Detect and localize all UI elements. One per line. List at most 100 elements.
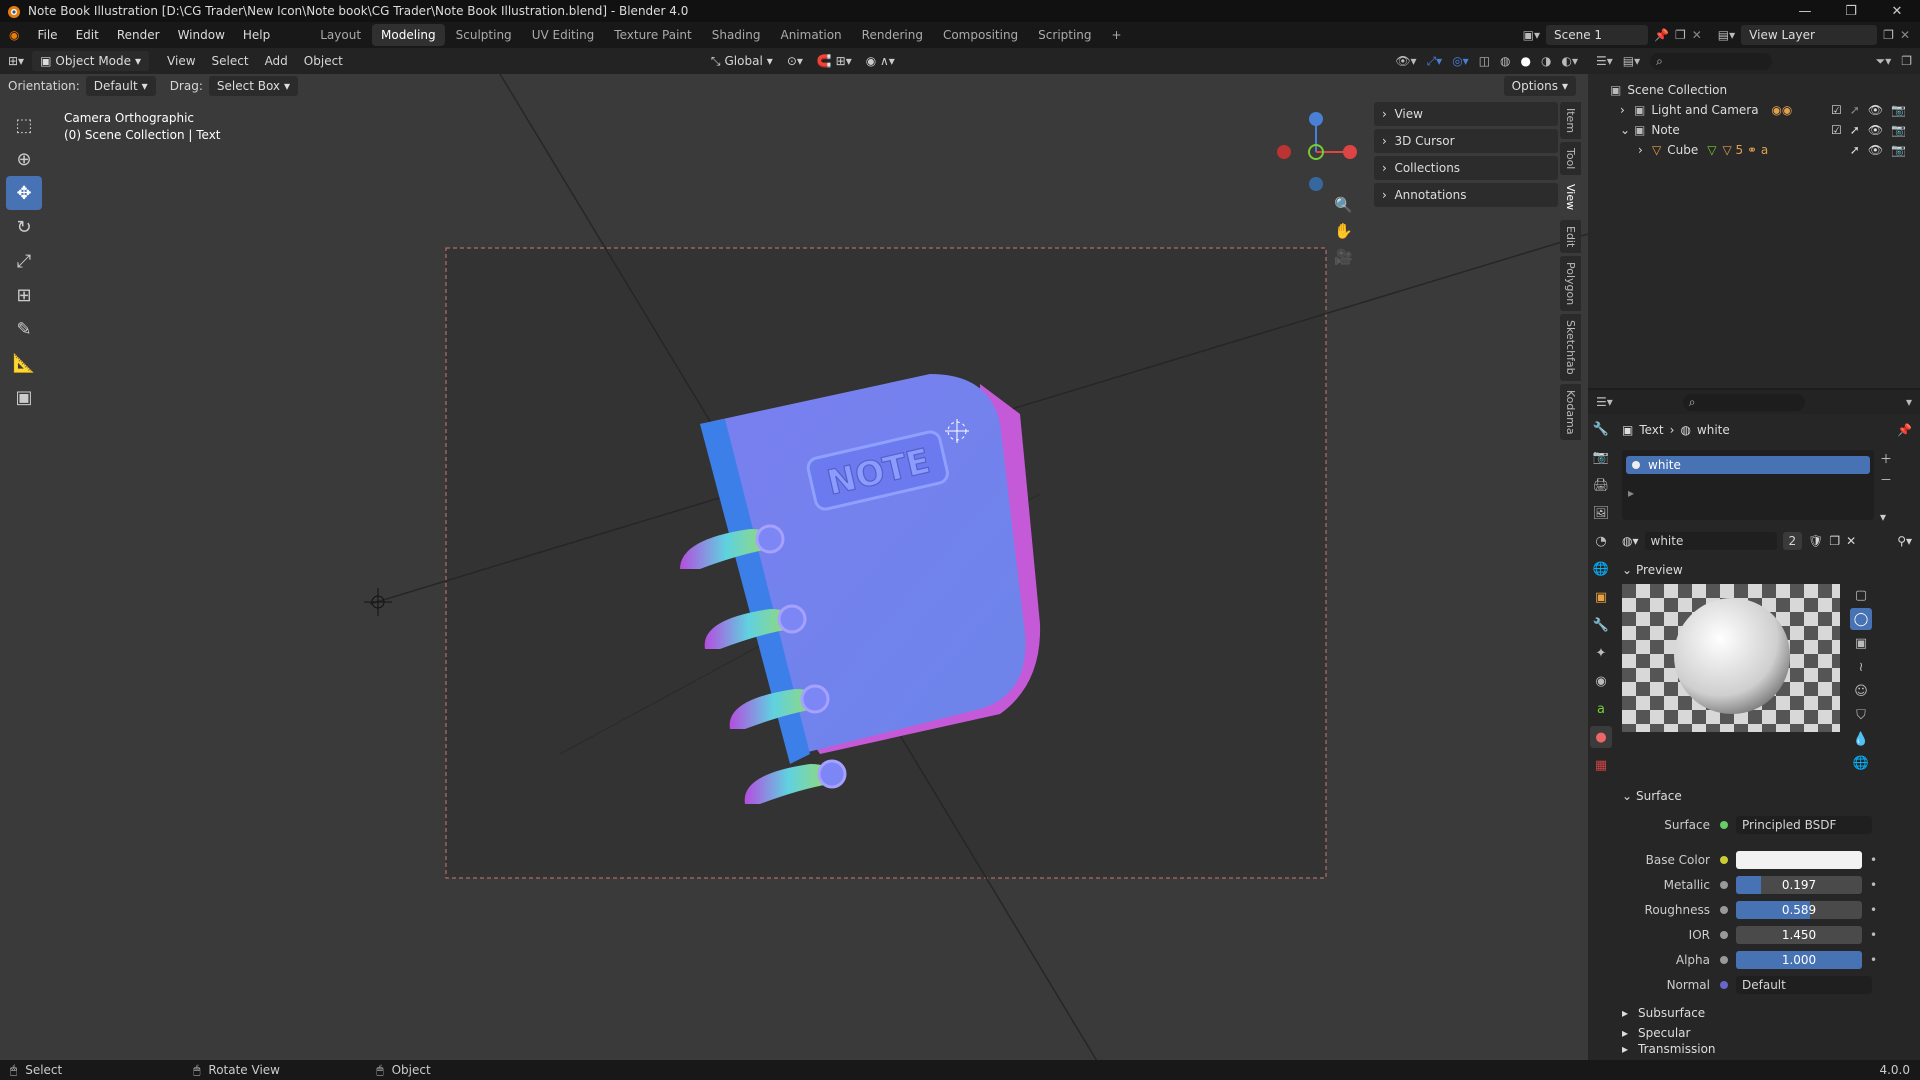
tab-item[interactable]: Item <box>1560 102 1581 140</box>
select-box-tool-icon[interactable]: ⬚ <box>6 108 42 142</box>
property-field[interactable]: 1.000 <box>1736 950 1862 969</box>
panel-collections[interactable]: › Collections <box>1374 156 1558 180</box>
expand-icon[interactable]: › <box>1620 103 1634 117</box>
property-field[interactable] <box>1736 850 1862 869</box>
view-layer-selector[interactable]: View Layer <box>1741 25 1878 45</box>
rendered-shading-icon[interactable]: ◐▾ <box>1562 54 1579 69</box>
minimize-icon[interactable]: — <box>1782 4 1828 19</box>
particles-tab-icon[interactable]: ✦ <box>1590 642 1612 664</box>
proportional-edit-icon[interactable]: ◉ ∧▾ <box>866 54 895 68</box>
new-collection-icon[interactable]: ❐ <box>1901 54 1912 68</box>
close-icon[interactable]: ✕ <box>1874 4 1920 19</box>
checkbox-icon[interactable]: ☑ <box>1831 103 1842 117</box>
tool-tab-icon[interactable]: 🔧 <box>1590 418 1612 440</box>
expand-icon[interactable]: › <box>1638 143 1652 157</box>
world-preview-icon[interactable]: 🌐 <box>1850 752 1872 774</box>
modifier-tab-icon[interactable]: 🔧 <box>1590 614 1612 636</box>
chevron-down-icon[interactable]: ▾ <box>1906 395 1912 409</box>
properties-editor-icon[interactable]: ☰▾ <box>1596 395 1613 409</box>
select-icon[interactable]: ➚ <box>1850 123 1860 137</box>
pivot-icon[interactable]: ⊙▾ <box>787 54 803 68</box>
new-view-layer-icon[interactable]: ❐ <box>1883 28 1894 42</box>
subpanel-subsurface[interactable]: ▸ Subsurface <box>1622 1003 1912 1023</box>
browse-material-icon[interactable]: ◍▾ <box>1622 534 1639 548</box>
blender-menu-icon[interactable]: ◉ <box>0 28 28 42</box>
menu-window[interactable]: Window <box>169 28 234 42</box>
tab-tool[interactable]: Tool <box>1560 142 1581 176</box>
tab-sculpting[interactable]: Sculpting <box>447 24 521 46</box>
tab-scripting[interactable]: Scripting <box>1029 24 1100 46</box>
rotate-tool-icon[interactable]: ↻ <box>6 210 42 244</box>
gizmo-icon[interactable]: ⤢▾ <box>1427 54 1443 69</box>
outliner-item-light-camera[interactable]: › ▣ Light and Camera ◉◉ ☑ ➚ 👁 📷 <box>1610 100 1920 120</box>
eye-icon[interactable]: 👁 <box>1868 103 1883 117</box>
eye-icon[interactable]: 👁 <box>1868 123 1883 137</box>
property-field[interactable]: 0.589 <box>1736 900 1862 919</box>
surface-panel-header[interactable]: ⌄ Surface <box>1622 786 1912 806</box>
socket-icon[interactable] <box>1720 930 1728 939</box>
panel-3d-cursor[interactable]: › 3D Cursor <box>1374 129 1558 153</box>
keyframe-dot-icon[interactable]: • <box>1870 878 1877 892</box>
subpanel-transmission[interactable]: ▸ Transmission <box>1622 1043 1912 1055</box>
tab-layout[interactable]: Layout <box>311 24 370 46</box>
material-shading-icon[interactable]: ◑ <box>1541 54 1551 69</box>
preview-panel-header[interactable]: ⌄ Preview <box>1622 560 1912 580</box>
menu-add[interactable]: Add <box>257 54 296 68</box>
link-icon[interactable]: ⚲▾ <box>1897 534 1912 548</box>
keyframe-dot-icon[interactable]: • <box>1870 928 1877 942</box>
cursor-tool-icon[interactable]: ⊕ <box>6 142 42 176</box>
socket-icon[interactable] <box>1720 880 1728 889</box>
transform-orientation-selector[interactable]: ⤡ Global ▾ <box>711 54 773 69</box>
wireframe-shading-icon[interactable]: ◍ <box>1500 54 1510 69</box>
editor-type-icon[interactable]: ⊞▾ <box>0 54 32 68</box>
overlays-icon[interactable]: ◎▾ <box>1452 54 1469 69</box>
flat-preview-icon[interactable]: ▢ <box>1850 584 1872 606</box>
outliner-item-note[interactable]: ⌄ ▣ Note ☑ ➚ 👁 📷 <box>1610 120 1920 140</box>
expand-icon[interactable]: ▸ <box>1622 486 1874 500</box>
scale-tool-icon[interactable]: ⤢ <box>6 244 42 278</box>
display-mode-icon[interactable]: ▤▾ <box>1623 54 1640 68</box>
eye-icon[interactable]: 👁 <box>1868 143 1883 157</box>
scene-icon[interactable]: ▣▾ <box>1523 28 1540 42</box>
menu-render[interactable]: Render <box>108 28 169 42</box>
checkbox-icon[interactable]: ☑ <box>1831 123 1842 137</box>
tab-uv-editing[interactable]: UV Editing <box>523 24 604 46</box>
unlink-material-icon[interactable]: ✕ <box>1846 534 1856 548</box>
scene-tab-icon[interactable]: ◔ <box>1590 530 1612 552</box>
outliner-search-icon[interactable]: ⌕ <box>1650 52 1773 70</box>
scene-selector[interactable]: Scene 1 <box>1546 25 1649 45</box>
object-tab-icon[interactable]: ▣ <box>1590 586 1612 608</box>
solid-shading-icon[interactable]: ● <box>1521 54 1531 69</box>
menu-view[interactable]: View <box>159 54 203 68</box>
material-slot-list[interactable]: white ▸ <box>1622 450 1874 520</box>
socket-icon[interactable] <box>1720 955 1728 964</box>
pin-icon[interactable]: 📌 <box>1897 423 1912 437</box>
view-layer-icon[interactable]: ▤▾ <box>1718 28 1735 42</box>
keyframe-dot-icon[interactable]: • <box>1870 903 1877 917</box>
panel-annotations[interactable]: › Annotations <box>1374 183 1558 207</box>
property-field[interactable]: 0.197 <box>1736 875 1862 894</box>
physics-tab-icon[interactable]: ◉ <box>1590 670 1612 692</box>
snap-icon[interactable]: 🧲 ⊞▾ <box>817 54 852 68</box>
filter-icon[interactable]: ⏷▾ <box>1876 54 1892 69</box>
users-count[interactable]: 2 <box>1782 532 1803 550</box>
subpanel-specular[interactable]: ▸ Specular <box>1622 1023 1912 1043</box>
menu-object[interactable]: Object <box>296 54 351 68</box>
duplicate-material-icon[interactable]: ❐ <box>1829 534 1840 548</box>
xray-icon[interactable]: ◫ <box>1479 54 1490 69</box>
render-camera-icon[interactable]: 📷 <box>1891 103 1906 117</box>
tab-sketchfab[interactable]: Sketchfab <box>1560 314 1581 381</box>
render-camera-icon[interactable]: 📷 <box>1891 143 1906 157</box>
keyframe-dot-icon[interactable]: • <box>1870 853 1877 867</box>
add-slot-icon[interactable]: ＋ <box>1880 450 1892 467</box>
outliner-editor-icon[interactable]: ☰▾ <box>1596 54 1613 68</box>
normal-selector[interactable]: Default <box>1736 975 1872 994</box>
maximize-icon[interactable]: ❐ <box>1828 4 1874 19</box>
output-tab-icon[interactable]: 🖨 <box>1590 474 1612 496</box>
menu-edit[interactable]: Edit <box>67 28 108 42</box>
outliner-root[interactable]: ▣ Scene Collection <box>1610 80 1920 100</box>
surface-shader-selector[interactable]: Principled BSDF <box>1736 815 1872 834</box>
orientation-selector[interactable]: Default ▾ <box>85 76 156 96</box>
tab-edit[interactable]: Edit <box>1560 219 1581 253</box>
drag-selector[interactable]: Select Box ▾ <box>208 76 299 96</box>
